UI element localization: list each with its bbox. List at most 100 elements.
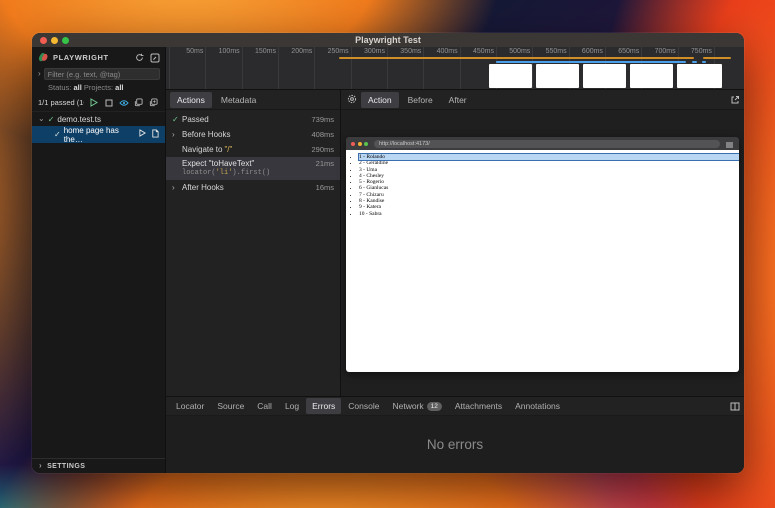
navigate-url-arg: "/" <box>224 145 232 154</box>
snapshot-viewport: http://localhost:4173/ 1 - Rolando2 - Ge… <box>341 110 744 396</box>
tab-actions[interactable]: Actions <box>170 92 212 108</box>
screenshot-thumbnail[interactable] <box>630 64 673 88</box>
action-row-after-hooks[interactable]: › After Hooks 16ms <box>166 180 340 195</box>
status-value[interactable]: all <box>73 83 81 92</box>
timeline-action-bar <box>703 57 731 59</box>
timeline-network-bar <box>702 61 706 63</box>
settings-section[interactable]: › SETTINGS <box>32 458 165 473</box>
pass-check-icon: ✓ <box>172 115 182 124</box>
window-title: Playwright Test <box>32 35 744 45</box>
test-file-name: demo.test.ts <box>57 115 101 124</box>
users-list: 1 - Rolando2 - Geraldine3 - Uma4 - Chesl… <box>346 154 739 217</box>
sidebar: PLAYWRIGHT › Status: all Projects: all 1 <box>32 47 166 473</box>
detail-tabbar: Action Before After <box>341 90 744 110</box>
test-file-row[interactable]: ⌄ ✓ demo.test.ts <box>32 112 165 126</box>
snapshot-traffic-lights <box>351 142 368 146</box>
run-summary: 1/1 passed (100… <box>38 98 84 107</box>
timeline-tick-label: 350ms <box>388 47 424 89</box>
timeline-action-bar <box>339 57 694 59</box>
settings-gear-icon[interactable] <box>347 94 357 106</box>
snapshot-page: 1 - Rolando2 - Geraldine3 - Uma4 - Chesl… <box>346 150 739 372</box>
open-external-icon[interactable] <box>729 94 740 105</box>
projects-value[interactable]: all <box>115 83 123 92</box>
timeline-tick-label: 50ms <box>170 47 206 89</box>
snapshot-url-bar: http://localhost:4173/ <box>374 140 720 148</box>
action-row-before-hooks[interactable]: › Before Hooks 408ms <box>166 127 340 142</box>
filter-input[interactable] <box>44 68 160 80</box>
test-run-toolbar: 1/1 passed (100… <box>32 95 165 112</box>
projects-label: Projects: <box>84 83 113 92</box>
window-titlebar: Playwright Test <box>32 33 744 47</box>
action-row-passed[interactable]: ✓ Passed 739ms <box>166 112 340 127</box>
chevron-right-icon[interactable]: › <box>172 130 182 139</box>
watch-all-eye-icon[interactable] <box>118 97 129 108</box>
playwright-test-window: Playwright Test PLAYWRIGHT › <box>32 33 744 473</box>
test-case-name: home page has the… <box>64 126 133 144</box>
status-label: Status: <box>48 83 71 92</box>
tab-source[interactable]: Source <box>211 398 250 414</box>
bottom-tabbar: Locator Source Call Log Errors Console N… <box>166 397 744 416</box>
actions-pane: Actions Metadata ✓ Passed 739ms › Before… <box>166 90 341 396</box>
screenshot-thumbnail[interactable] <box>677 64 722 88</box>
filter-status-line: Status: all Projects: all <box>32 82 165 95</box>
chevron-right-icon: › <box>39 462 42 470</box>
playwright-logo-icon <box>38 52 49 63</box>
timeline-network-bar <box>496 61 686 63</box>
detail-pane: Action Before After <box>341 90 744 396</box>
tab-locator[interactable]: Locator <box>170 398 210 414</box>
actions-tabbar: Actions Metadata <box>166 90 340 110</box>
desktop: { "window": { "title": "Playwright Test"… <box>0 0 775 508</box>
settings-label: SETTINGS <box>47 463 85 470</box>
timeline-tick-label: 150ms <box>243 47 279 89</box>
chevron-down-icon[interactable]: ⌄ <box>38 115 45 123</box>
tab-attachments[interactable]: Attachments <box>449 398 508 414</box>
chevron-right-icon[interactable]: › <box>172 183 182 192</box>
timeline-tick-label: 400ms <box>424 47 460 89</box>
tab-action[interactable]: Action <box>361 92 399 108</box>
stop-icon[interactable] <box>103 97 114 108</box>
tab-metadata[interactable]: Metadata <box>214 92 263 108</box>
action-list: ✓ Passed 739ms › Before Hooks 408ms Navi… <box>166 110 340 396</box>
pass-check-icon: ✓ <box>54 130 61 139</box>
tab-after[interactable]: After <box>442 92 474 108</box>
expand-all-icon[interactable] <box>148 97 159 108</box>
action-row-navigate[interactable]: Navigate to "/" 290ms <box>166 142 340 157</box>
main-area: 50ms100ms150ms200ms250ms300ms350ms400ms4… <box>166 47 744 473</box>
test-case-row[interactable]: ✓ home page has the… <box>32 126 165 143</box>
timeline-strip[interactable]: 50ms100ms150ms200ms250ms300ms350ms400ms4… <box>166 47 744 90</box>
tab-call[interactable]: Call <box>251 398 278 414</box>
sidebar-header: PLAYWRIGHT <box>32 49 165 66</box>
tab-before[interactable]: Before <box>401 92 440 108</box>
reload-icon[interactable] <box>134 52 145 63</box>
chevron-right-icon[interactable]: › <box>38 70 41 78</box>
screenshot-thumbnail[interactable] <box>489 64 532 88</box>
toggle-panel-layout-icon[interactable] <box>729 401 740 412</box>
app-brand-label: PLAYWRIGHT <box>53 53 130 62</box>
action-row-expect-selected[interactable]: Expect "toHaveText" 21ms locator('li').f… <box>166 157 340 180</box>
timeline-tick-label: 200ms <box>279 47 315 89</box>
snapshot-browser-chrome: http://localhost:4173/ <box>346 137 739 150</box>
network-count-badge: 12 <box>427 402 442 411</box>
timeline-tick-label: 250ms <box>315 47 351 89</box>
pass-check-icon: ✓ <box>48 115 55 124</box>
list-item: 10 - Sabra <box>359 211 739 217</box>
timeline-tick-label: 100ms <box>206 47 242 89</box>
run-test-icon[interactable] <box>139 129 146 140</box>
tab-annotations[interactable]: Annotations <box>509 398 566 414</box>
screenshot-thumbnail[interactable] <box>583 64 626 88</box>
open-source-file-icon[interactable] <box>151 129 159 140</box>
bottom-panel: Locator Source Call Log Errors Console N… <box>166 396 744 473</box>
tab-network[interactable]: Network12 <box>386 398 447 414</box>
timeline-network-bar <box>692 61 697 63</box>
tab-log[interactable]: Log <box>279 398 305 414</box>
terminal-icon[interactable] <box>149 52 160 63</box>
run-all-icon[interactable] <box>88 97 99 108</box>
browser-snapshot: http://localhost:4173/ 1 - Rolando2 - Ge… <box>346 137 739 372</box>
tab-console[interactable]: Console <box>342 398 385 414</box>
tab-errors[interactable]: Errors <box>306 398 341 414</box>
filter-section: › <box>32 66 165 82</box>
collapse-all-icon[interactable] <box>133 97 144 108</box>
screenshot-thumbnail[interactable] <box>536 64 579 88</box>
timeline-tick-label: 300ms <box>352 47 388 89</box>
no-errors-message: No errors <box>427 437 483 452</box>
